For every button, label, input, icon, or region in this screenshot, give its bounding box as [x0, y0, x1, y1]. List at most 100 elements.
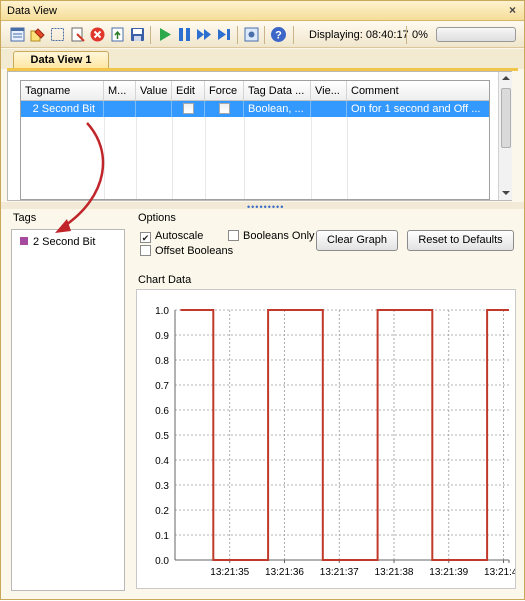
cell-view	[311, 101, 347, 117]
properties-icon[interactable]	[9, 26, 26, 43]
tags-panel: Tags 2 Second Bit	[7, 211, 127, 595]
y-tick-label: 0.8	[155, 356, 169, 367]
y-tick-label: 0.6	[155, 406, 169, 417]
chart-panel: 0.0 0.1 0.2 0.3 0.4 0.5 0.6 0.7 0.8 0.9 1.0 13:21:3…	[136, 289, 516, 589]
offset-booleans-label: Offset Booleans	[155, 245, 234, 257]
checkbox-box[interactable]	[228, 230, 239, 241]
chart-title: Chart Data	[138, 274, 192, 286]
checkbox-box[interactable]	[140, 245, 151, 256]
progress-bar	[436, 27, 516, 42]
clear-icon[interactable]	[69, 26, 86, 43]
tab-strip: Data View 1	[1, 49, 524, 70]
booleans-only-checkbox[interactable]: Booleans Only	[228, 230, 315, 242]
tags-title: Tags	[13, 212, 37, 224]
save-icon[interactable]	[129, 26, 146, 43]
column-header-edit[interactable]: Edit	[172, 81, 205, 101]
offset-booleans-checkbox[interactable]: Offset Booleans	[140, 245, 233, 257]
close-icon[interactable]: ×	[509, 3, 516, 17]
y-tick-label: 0.3	[155, 481, 169, 492]
column-divider	[244, 117, 245, 199]
list-item[interactable]: 2 Second Bit	[20, 236, 95, 248]
tag-color-swatch	[20, 237, 28, 245]
cell-force	[205, 101, 244, 117]
x-tick-label: 13:21:39	[429, 567, 468, 578]
title-bar: Data View ×	[1, 1, 524, 21]
data-view-window: Data View × ? Displaying: 08:40:17 0% Da…	[0, 0, 525, 600]
x-tick-label: 13:21:37	[320, 567, 359, 578]
column-divider	[347, 117, 348, 199]
cell-value	[136, 101, 172, 117]
window-title: Data View	[7, 5, 57, 17]
screenshot-icon[interactable]	[243, 26, 260, 43]
column-divider	[104, 117, 105, 199]
skip-icon[interactable]	[216, 26, 233, 43]
panel-vertical-scrollbar[interactable]	[498, 72, 512, 200]
autoscale-label: Autoscale	[155, 230, 204, 242]
table-row[interactable]: 2 Second Bit Boolean, ... On for 1 secon…	[21, 101, 489, 117]
y-tick-label: 0.2	[155, 506, 169, 517]
column-divider	[172, 117, 173, 199]
edit-tags-icon[interactable]	[29, 26, 46, 43]
tags-list: 2 Second Bit	[11, 229, 125, 591]
displaying-time-label: Displaying: 08:40:17	[309, 29, 409, 41]
panel-splitter[interactable]: •••••••••	[1, 202, 524, 212]
scroll-down-icon[interactable]	[502, 190, 510, 196]
toolbar-separator	[264, 26, 265, 44]
column-divider	[136, 117, 137, 199]
column-header-tag-data[interactable]: Tag Data ...	[244, 81, 311, 101]
y-tick-label: 0.1	[155, 531, 169, 542]
reset-to-defaults-button[interactable]: Reset to Defaults	[407, 230, 514, 251]
checkbox-box[interactable]: ✔	[140, 232, 151, 243]
y-tick-label: 0.0	[155, 556, 169, 567]
tag-grid: Tagname M... Value Edit Force Tag Data .…	[20, 80, 490, 200]
export-icon[interactable]	[109, 26, 126, 43]
edit-checkbox[interactable]	[183, 103, 194, 114]
toolbar-separator	[150, 26, 151, 44]
cell-tagname: 2 Second Bit	[21, 101, 104, 117]
y-tick-label: 1.0	[155, 306, 169, 317]
column-header-value[interactable]: Value	[136, 81, 172, 101]
column-header-m[interactable]: M...	[104, 81, 136, 101]
play-icon[interactable]	[156, 26, 173, 43]
step-icon[interactable]	[196, 26, 213, 43]
column-header-comment[interactable]: Comment	[347, 81, 489, 101]
x-tick-label: 13:21:35	[210, 567, 249, 578]
booleans-only-label: Booleans Only	[243, 230, 315, 242]
column-divider	[311, 117, 312, 199]
tag-grid-panel: Tagname M... Value Edit Force Tag Data .…	[7, 71, 512, 201]
svg-text:?: ?	[275, 30, 282, 42]
column-header-view[interactable]: Vie...	[311, 81, 347, 101]
scroll-up-icon[interactable]	[502, 75, 510, 81]
cell-edit	[172, 101, 205, 117]
y-tick-label: 0.5	[155, 431, 169, 442]
cell-m	[104, 101, 136, 117]
toolbar-separator	[237, 26, 238, 44]
toolbar-separator	[406, 26, 407, 44]
scroll-thumb[interactable]	[501, 88, 511, 148]
options-panel: Options ✔ Autoscale Offset Booleans Boole…	[134, 211, 519, 271]
x-tick-label: 13:21:36	[265, 567, 304, 578]
clear-graph-button[interactable]: Clear Graph	[316, 230, 398, 251]
column-divider	[205, 117, 206, 199]
force-checkbox[interactable]	[219, 103, 230, 114]
column-header-tagname[interactable]: Tagname	[21, 81, 104, 101]
help-icon[interactable]: ?	[270, 26, 287, 43]
y-tick-label: 0.7	[155, 381, 169, 392]
tag-label: 2 Second Bit	[33, 236, 96, 248]
progress-percent-label: 0%	[412, 29, 428, 41]
chart-plot: 0.0 0.1 0.2 0.3 0.4 0.5 0.6 0.7 0.8 0.9 1.0 13:21:3…	[155, 306, 515, 578]
x-tick-label: 13:21:40	[484, 567, 515, 578]
y-tick-label: 0.4	[155, 456, 169, 467]
delete-icon[interactable]	[89, 26, 106, 43]
options-title: Options	[138, 212, 176, 224]
pause-icon[interactable]	[176, 26, 193, 43]
cell-tag-data: Boolean, ...	[244, 101, 311, 117]
x-tick-label: 13:21:38	[375, 567, 414, 578]
toolbar: ? Displaying: 08:40:17 0%	[1, 22, 524, 48]
toolbar-separator	[293, 26, 294, 44]
column-header-force[interactable]: Force	[205, 81, 244, 101]
y-tick-label: 0.9	[155, 331, 169, 342]
cell-comment: On for 1 second and Off ...	[347, 101, 489, 117]
select-all-icon[interactable]	[49, 26, 66, 43]
autoscale-checkbox[interactable]: ✔ Autoscale	[140, 230, 203, 243]
